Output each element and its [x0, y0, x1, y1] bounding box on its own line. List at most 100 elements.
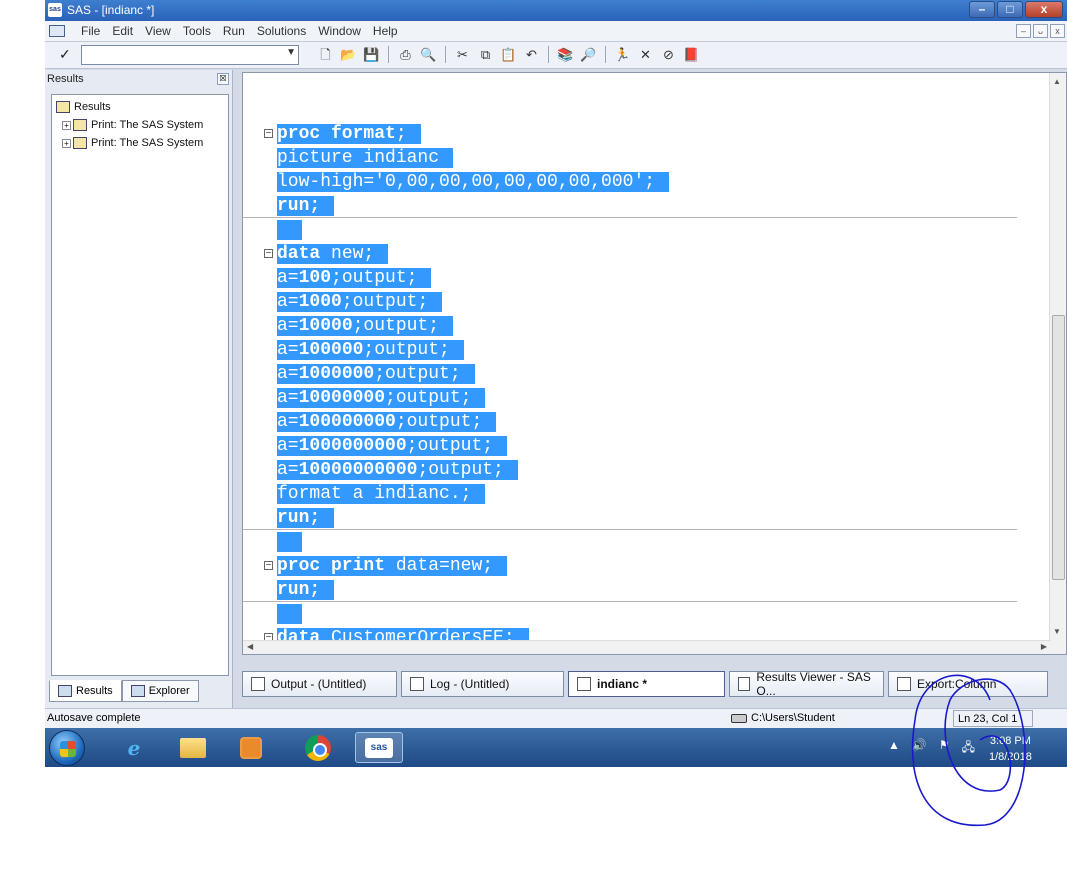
- clock[interactable]: 3:08 PM 1/8/2018: [989, 733, 1032, 765]
- show-hidden-icons-icon[interactable]: ▲: [888, 738, 900, 759]
- library-icon[interactable]: 📚: [557, 46, 574, 63]
- code-area[interactable]: − proc format; picture indianc low-high='0,…: [264, 122, 670, 650]
- action-center-flag-icon[interactable]: ⚑: [939, 738, 950, 759]
- scroll-left-icon[interactable]: ◀: [247, 642, 253, 651]
- chevron-down-icon[interactable]: ▼: [286, 47, 296, 58]
- sas-taskbar-label: sas: [365, 737, 393, 758]
- code-line[interactable]: low-high='0,00,00,00,00,00,00,000';: [277, 170, 670, 194]
- close-button[interactable]: x: [1025, 1, 1063, 18]
- window-tab[interactable]: Results Viewer - SAS O...: [729, 670, 884, 698]
- tab-results[interactable]: Results: [49, 680, 122, 702]
- code-line[interactable]: a=1000000000;output;: [277, 434, 669, 458]
- print-preview-icon[interactable]: 🔍: [420, 46, 437, 63]
- save-icon[interactable]: 💾: [363, 46, 380, 63]
- menu-file[interactable]: File: [75, 24, 106, 38]
- menu-window[interactable]: Window: [312, 24, 367, 38]
- window-title: SAS - [indianc *]: [67, 3, 155, 17]
- code-line[interactable]: a=10000000000;output;: [277, 458, 669, 482]
- scroll-up-icon[interactable]: ▲: [1053, 77, 1061, 86]
- menu-tools[interactable]: Tools: [177, 24, 217, 38]
- code-line[interactable]: run;: [277, 194, 669, 218]
- tree-item[interactable]: + Print: The SAS System: [56, 116, 224, 134]
- code-line[interactable]: run;: [277, 578, 669, 602]
- code-line[interactable]: [277, 218, 669, 242]
- code-line[interactable]: a=10000;output;: [277, 314, 669, 338]
- code-line[interactable]: a=100000000;output;: [277, 410, 669, 434]
- menu-edit[interactable]: Edit: [106, 24, 139, 38]
- menu-help[interactable]: Help: [367, 24, 404, 38]
- media-player-icon[interactable]: [230, 732, 272, 763]
- explorer-icon: [130, 685, 145, 697]
- window-tab[interactable]: Export:Column: [888, 671, 1048, 697]
- window-tab[interactable]: Log - (Untitled): [401, 671, 564, 697]
- title-bar[interactable]: sas SAS - [indianc *] – □ x: [45, 0, 1067, 21]
- menu-solutions[interactable]: Solutions: [251, 24, 312, 38]
- toolbar-separator: [548, 46, 549, 63]
- chrome-icon[interactable]: [297, 732, 339, 763]
- clear-icon[interactable]: ✕: [637, 46, 654, 63]
- explorer-icon[interactable]: 🔎: [580, 46, 597, 63]
- open-folder-icon[interactable]: 📂: [340, 46, 357, 63]
- maximize-button[interactable]: □: [997, 1, 1023, 18]
- undo-icon[interactable]: ↶: [523, 46, 540, 63]
- tab-explorer[interactable]: Explorer: [121, 680, 199, 702]
- mdi-minimize-button[interactable]: –: [1016, 24, 1031, 38]
- paste-icon[interactable]: 📋: [500, 46, 517, 63]
- new-file-icon[interactable]: 🗋: [317, 46, 334, 63]
- code-line[interactable]: picture indianc: [277, 146, 669, 170]
- selected-code-text: a=100000;output;: [277, 340, 464, 360]
- network-icon[interactable]: 🖧: [962, 738, 975, 759]
- minimize-button[interactable]: –: [969, 1, 995, 18]
- program-editor[interactable]: − proc format; picture indianc low-high='0,…: [242, 72, 1067, 655]
- code-line[interactable]: − data new;: [264, 242, 669, 266]
- horizontal-scrollbar[interactable]: ◀ ▶: [243, 640, 1051, 654]
- code-line[interactable]: [277, 530, 669, 554]
- code-line[interactable]: a=100000;output;: [277, 338, 669, 362]
- break-icon[interactable]: ⊘: [660, 46, 677, 63]
- close-icon[interactable]: ☒: [217, 73, 229, 85]
- mdi-close-button[interactable]: x: [1050, 24, 1065, 38]
- submit-run-icon[interactable]: 🏃: [614, 46, 631, 63]
- code-line[interactable]: a=1000;output;: [277, 290, 669, 314]
- menu-run[interactable]: Run: [217, 24, 251, 38]
- menu-view[interactable]: View: [139, 24, 177, 38]
- code-line[interactable]: − proc format;: [264, 122, 669, 146]
- code-line[interactable]: − proc print data=new;: [264, 554, 669, 578]
- expand-icon[interactable]: +: [62, 120, 71, 130]
- internet-explorer-icon[interactable]: e: [113, 732, 155, 763]
- scroll-right-icon[interactable]: ▶: [1041, 642, 1047, 651]
- print-icon[interactable]: ⎙: [397, 46, 414, 63]
- window-tab[interactable]: Output - (Untitled): [242, 671, 397, 697]
- cut-icon[interactable]: ✂: [454, 46, 471, 63]
- toolbar-separator: [388, 46, 389, 63]
- code-line[interactable]: [277, 602, 669, 626]
- code-line[interactable]: a=10000000;output;: [277, 386, 669, 410]
- selected-code-text: a=1000;output;: [277, 292, 443, 312]
- start-button[interactable]: [49, 730, 85, 766]
- collapse-icon[interactable]: −: [264, 129, 273, 138]
- scroll-thumb[interactable]: [1052, 315, 1065, 580]
- sas-taskbar-button[interactable]: sas: [355, 732, 403, 763]
- collapse-icon[interactable]: −: [264, 249, 273, 258]
- code-line[interactable]: format a indianc.;: [277, 482, 669, 506]
- volume-icon[interactable]: 🔊: [912, 738, 927, 759]
- command-box[interactable]: ▼: [81, 45, 299, 65]
- code-line[interactable]: run;: [277, 506, 669, 530]
- current-folder[interactable]: C:\Users\Student: [731, 712, 835, 724]
- file-explorer-icon[interactable]: [172, 732, 214, 763]
- scroll-down-icon[interactable]: ▼: [1053, 627, 1061, 636]
- copy-icon[interactable]: ⧉: [477, 46, 494, 63]
- status-bar: Autosave complete C:\Users\Student Ln 23…: [45, 708, 1067, 728]
- expand-icon[interactable]: +: [62, 138, 71, 148]
- window-tab[interactable]: indianc *: [568, 671, 725, 697]
- code-line[interactable]: a=1000000;output;: [277, 362, 669, 386]
- mdi-restore-button[interactable]: ᴗ: [1033, 24, 1048, 38]
- tree-item[interactable]: Results: [56, 98, 224, 116]
- submit-check-icon[interactable]: ✓: [59, 46, 71, 63]
- collapse-icon[interactable]: −: [264, 561, 273, 570]
- vertical-scrollbar[interactable]: ▲ ▼: [1049, 73, 1066, 654]
- code-line[interactable]: a=100;output;: [277, 266, 669, 290]
- help-book-icon[interactable]: 📕: [683, 46, 700, 63]
- tree-item[interactable]: + Print: The SAS System: [56, 134, 224, 152]
- document-icon[interactable]: [49, 25, 65, 37]
